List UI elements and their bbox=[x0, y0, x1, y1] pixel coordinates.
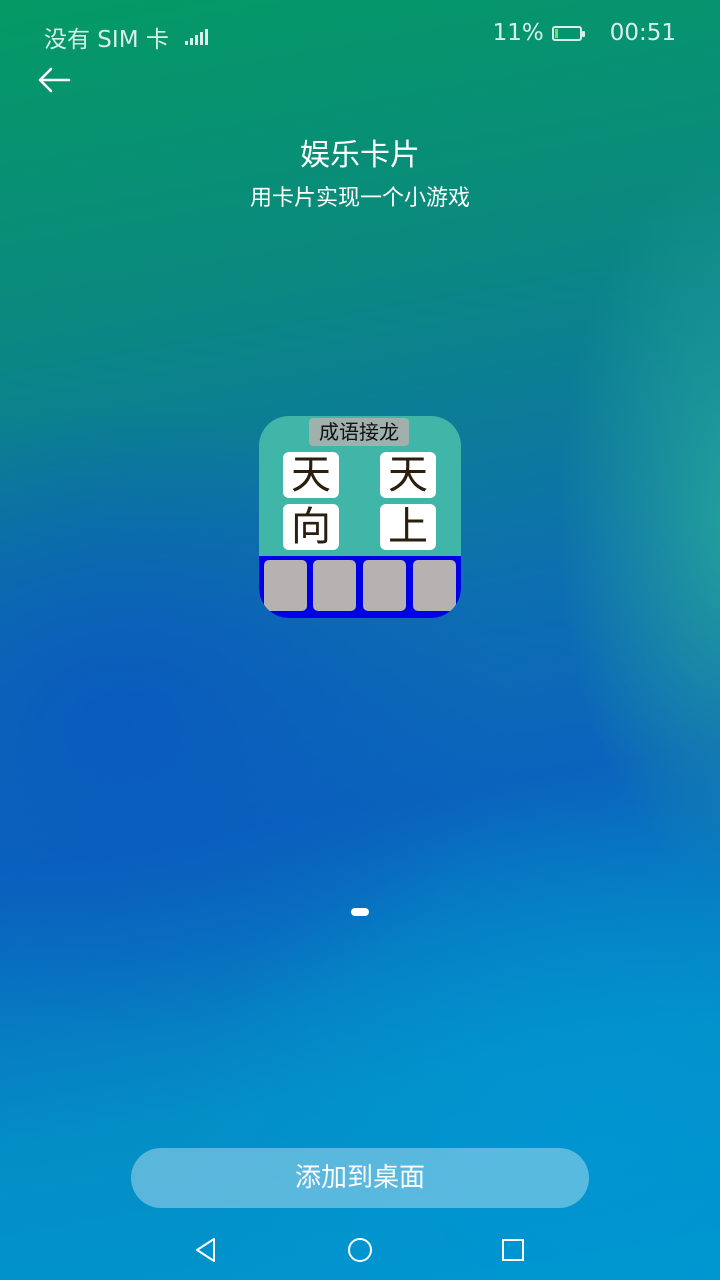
clock: 00:51 bbox=[609, 20, 676, 46]
nav-back-button[interactable] bbox=[186, 1230, 226, 1270]
char-tile[interactable]: 天 bbox=[283, 452, 339, 498]
add-to-desktop-button[interactable]: 添加到桌面 bbox=[131, 1148, 589, 1208]
page-indicator bbox=[351, 908, 369, 916]
navigation-bar bbox=[0, 1220, 720, 1280]
back-button[interactable] bbox=[32, 58, 76, 102]
battery-fill bbox=[554, 28, 558, 38]
card-title: 成语接龙 bbox=[309, 418, 409, 446]
nav-home-button[interactable] bbox=[340, 1230, 380, 1270]
page-title: 娱乐卡片 bbox=[300, 138, 420, 173]
battery-icon bbox=[551, 25, 585, 41]
char-tile[interactable]: 天 bbox=[380, 452, 436, 498]
char-tile[interactable]: 向 bbox=[283, 504, 339, 550]
answer-slots bbox=[259, 556, 461, 618]
answer-slot[interactable] bbox=[413, 560, 456, 611]
answer-slot[interactable] bbox=[363, 560, 406, 611]
carrier-label: 没有 SIM 卡 bbox=[44, 27, 169, 53]
game-card-preview[interactable]: 成语接龙 天 天 向 上 bbox=[259, 416, 461, 618]
status-right: 11% 00:51 bbox=[493, 20, 676, 46]
signal-icon bbox=[184, 29, 208, 45]
square-recent-icon bbox=[502, 1239, 524, 1261]
circle-home-icon bbox=[348, 1238, 372, 1262]
char-tile[interactable]: 上 bbox=[380, 504, 436, 550]
status-bar: 没有 SIM 卡 11% 00:51 bbox=[0, 0, 720, 72]
status-left: 没有 SIM 卡 bbox=[44, 20, 208, 54]
page-subtitle: 用卡片实现一个小游戏 bbox=[249, 186, 470, 211]
answer-slot[interactable] bbox=[313, 560, 356, 611]
nav-recent-button[interactable] bbox=[493, 1230, 533, 1270]
arrow-left-icon bbox=[38, 67, 71, 93]
answer-slot[interactable] bbox=[264, 560, 307, 611]
battery-percent: 11% bbox=[492, 20, 544, 46]
triangle-back-icon bbox=[196, 1238, 215, 1262]
